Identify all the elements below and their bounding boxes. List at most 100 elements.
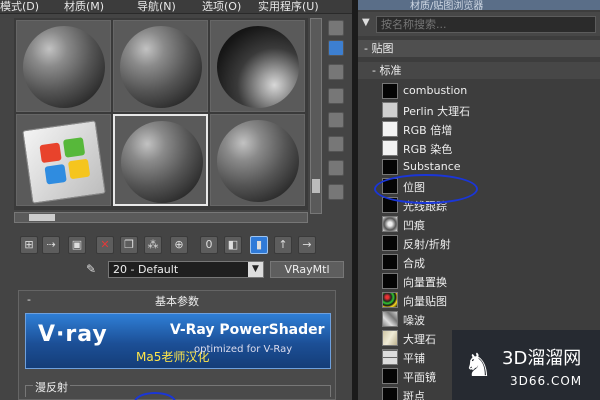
menu-utilities[interactable]: 实用程序(U) bbox=[258, 0, 319, 13]
get-material-icon[interactable]: ⊞ bbox=[20, 236, 38, 254]
marble-swatch-icon bbox=[382, 102, 398, 118]
material-name-row: ✎ 20 - Default ▼ VRayMtl bbox=[14, 261, 346, 279]
sample-uv-tiling-icon[interactable] bbox=[328, 88, 344, 104]
eyedropper-icon[interactable]: ✎ bbox=[86, 262, 100, 276]
list-item[interactable]: 合成 bbox=[358, 253, 600, 272]
noise-swatch-icon bbox=[382, 311, 398, 327]
watermark-sub: 3D66.COM bbox=[510, 374, 583, 388]
list-item[interactable]: RGB 倍增 bbox=[358, 120, 600, 139]
black-swatch-icon bbox=[382, 254, 398, 270]
reset-material-icon[interactable]: ✕ bbox=[96, 236, 114, 254]
black-swatch-icon bbox=[382, 368, 398, 384]
chevron-down-icon[interactable]: ▼ bbox=[248, 262, 263, 277]
material-sphere-preview bbox=[23, 26, 105, 108]
diffuse-group-frame bbox=[25, 385, 331, 397]
sample-slots-grid bbox=[14, 18, 308, 210]
black-swatch-icon bbox=[382, 159, 398, 175]
search-row: ▼ bbox=[358, 12, 600, 36]
material-id-channel-icon[interactable]: 0 bbox=[200, 236, 218, 254]
video-color-check-icon[interactable] bbox=[328, 112, 344, 128]
watermark-main: 3D溜溜网 bbox=[502, 348, 582, 369]
material-sphere-preview bbox=[120, 26, 202, 108]
windows-logo-box-icon bbox=[22, 120, 106, 204]
sample-slot-5-active[interactable] bbox=[113, 114, 208, 206]
scroll-thumb[interactable] bbox=[29, 214, 55, 221]
search-options-icon[interactable]: ▼ bbox=[362, 17, 370, 28]
browser-title: 材质/贴图浏览器 bbox=[410, 1, 484, 12]
menu-material[interactable]: 材质(M) bbox=[64, 0, 104, 13]
show-end-result-icon[interactable]: ▮ bbox=[250, 236, 268, 254]
category-maps[interactable]: - 贴图 bbox=[358, 40, 600, 57]
menu-mode[interactable]: 模式(D) bbox=[0, 0, 39, 13]
put-material-icon[interactable]: ⇢ bbox=[42, 236, 60, 254]
sample-slot-4[interactable] bbox=[16, 114, 111, 206]
dent-swatch-icon bbox=[382, 216, 398, 232]
tile-swatch-icon bbox=[382, 349, 398, 365]
black-swatch-icon bbox=[382, 273, 398, 289]
banner-title: V-Ray PowerShader bbox=[170, 322, 325, 338]
banner-subtitle: optimized for V-Ray bbox=[194, 344, 293, 355]
watermark: ♞ 3D溜溜网 3D66.COM bbox=[452, 330, 600, 400]
menubar: 模式(D) 材质(M) 导航(N) 选项(O) 实用程序(U) bbox=[0, 0, 352, 14]
search-input[interactable] bbox=[376, 16, 596, 33]
material-editor-panel: 模式(D) 材质(M) 导航(N) 选项(O) 实用程序(U) ⊞ ⇢ ▣ ✕ … bbox=[0, 0, 352, 400]
slots-vertical-scrollbar[interactable] bbox=[310, 18, 322, 214]
list-item[interactable]: 向量贴图 bbox=[358, 291, 600, 310]
vector-swatch-icon bbox=[382, 292, 398, 308]
basic-parameters-rollout: - 基本参数 V·ray V-Ray PowerShader Ma5老师汉化 o… bbox=[18, 290, 336, 400]
list-item[interactable]: combustion bbox=[358, 82, 600, 101]
vray-banner: V·ray V-Ray PowerShader Ma5老师汉化 optimize… bbox=[25, 313, 331, 369]
list-item[interactable]: 反射/折射 bbox=[358, 234, 600, 253]
rollout-header[interactable]: - 基本参数 bbox=[23, 293, 331, 308]
select-by-material-icon[interactable] bbox=[328, 184, 344, 200]
rollout-title: 基本参数 bbox=[155, 295, 199, 308]
list-item[interactable]: Perlin 大理石 bbox=[358, 101, 600, 120]
material-toolbar: ⊞ ⇢ ▣ ✕ ❐ ⁂ ⊕ 0 ◧ ▮ ↑ → bbox=[14, 236, 346, 256]
material-type-button[interactable]: VRayMtl bbox=[270, 261, 344, 278]
backlight-icon[interactable] bbox=[328, 40, 344, 56]
sample-type-icon[interactable] bbox=[328, 20, 344, 36]
browser-title-bar: 材质/贴图浏览器 bbox=[358, 0, 600, 12]
sample-slot-6[interactable] bbox=[210, 114, 305, 206]
subcategory-standard[interactable]: - 标准 bbox=[358, 62, 600, 79]
deer-logo-icon: ♞ bbox=[463, 346, 493, 384]
go-to-parent-icon[interactable]: ↑ bbox=[274, 236, 292, 254]
list-item[interactable]: 凹痕 bbox=[358, 215, 600, 234]
sample-slot-1[interactable] bbox=[16, 20, 111, 112]
white-swatch-icon bbox=[382, 140, 398, 156]
marble-swatch-icon bbox=[382, 330, 398, 346]
menu-options[interactable]: 选项(O) bbox=[202, 0, 241, 13]
list-item[interactable]: 噪波 bbox=[358, 310, 600, 329]
vray-logo: V·ray bbox=[38, 322, 108, 347]
scroll-thumb[interactable] bbox=[312, 179, 320, 193]
white-swatch-icon bbox=[382, 121, 398, 137]
go-forward-sibling-icon[interactable]: → bbox=[298, 236, 316, 254]
category-label: - 贴图 bbox=[364, 42, 394, 55]
assign-material-icon[interactable]: ▣ bbox=[68, 236, 86, 254]
show-map-in-viewport-icon[interactable]: ◧ bbox=[224, 236, 242, 254]
list-item[interactable]: RGB 染色 bbox=[358, 139, 600, 158]
black-swatch-icon bbox=[382, 83, 398, 99]
sample-slot-2[interactable] bbox=[113, 20, 208, 112]
material-sphere-preview bbox=[217, 120, 299, 202]
options-icon[interactable] bbox=[328, 160, 344, 176]
list-item[interactable]: Substance bbox=[358, 158, 600, 177]
material-sphere-preview bbox=[217, 26, 299, 108]
diffuse-group-label: 漫反射 bbox=[33, 379, 70, 395]
make-preview-icon[interactable] bbox=[328, 136, 344, 152]
material-name-field[interactable]: 20 - Default bbox=[108, 261, 264, 278]
annotation-circle bbox=[374, 174, 478, 204]
black-swatch-icon bbox=[382, 235, 398, 251]
list-item[interactable]: 向量置换 bbox=[358, 272, 600, 291]
menu-navigation[interactable]: 导航(N) bbox=[137, 0, 176, 13]
black-swatch-icon bbox=[382, 387, 398, 400]
make-unique-icon[interactable]: ⁂ bbox=[144, 236, 162, 254]
material-sphere-preview bbox=[121, 121, 203, 203]
subcategory-label: - 标准 bbox=[372, 64, 402, 77]
copy-material-icon[interactable]: ❐ bbox=[120, 236, 138, 254]
background-checker-icon[interactable] bbox=[328, 64, 344, 80]
side-toolbar bbox=[326, 18, 348, 213]
put-to-library-icon[interactable]: ⊕ bbox=[170, 236, 188, 254]
slots-horizontal-scrollbar[interactable] bbox=[14, 212, 308, 223]
sample-slot-3[interactable] bbox=[210, 20, 305, 112]
